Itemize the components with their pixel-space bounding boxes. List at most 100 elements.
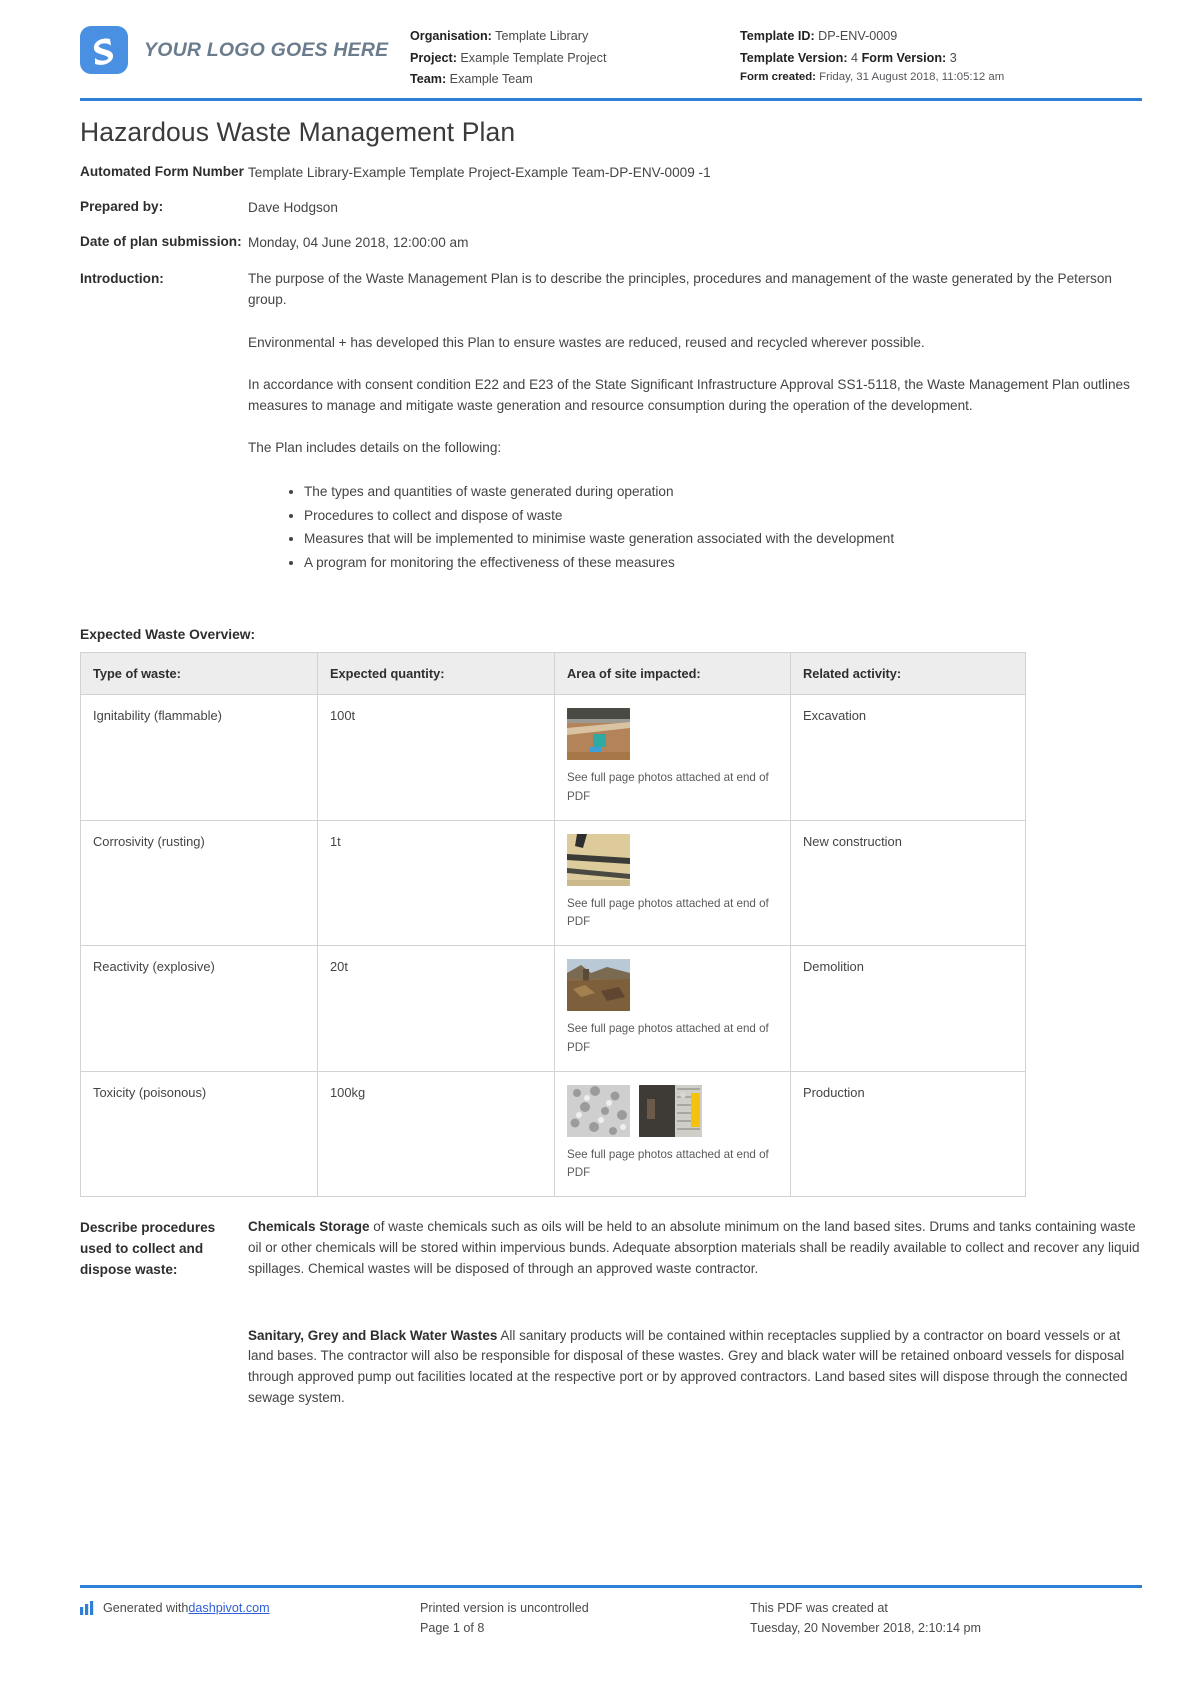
pdf-created-label: This PDF was created at (750, 1601, 888, 1616)
introduction-paragraph: The purpose of the Waste Management Plan… (248, 271, 1112, 307)
project-value: Example Template Project (460, 50, 607, 65)
column-header-type-of-waste: Type of waste: (80, 652, 318, 695)
cell-area-of-site-impacted: See full page photos attached at end of … (554, 945, 791, 1072)
column-header-related-activity: Related activity: (790, 652, 1026, 695)
prepared-by-value: Dave Hodgson (248, 200, 338, 216)
list-item: Measures that will be implemented to min… (304, 528, 1142, 549)
organisation-line: Organisation: Template Library (410, 26, 740, 48)
expected-waste-overview-title: Expected Waste Overview: (80, 627, 256, 642)
field-date-of-plan: Date of plan submission: Monday, 04 June… (80, 232, 1142, 253)
cell-type-of-waste: Ignitability (flammable) (80, 694, 318, 821)
header-meta-left: Organisation: Template Library Project: … (410, 18, 740, 91)
table-row: Reactivity (explosive) 20t See full page… (80, 945, 1026, 1072)
document-page: YOUR LOGO GOES HERE Organisation: Templa… (0, 0, 1202, 1701)
automated-form-number-label: Automated Form Number (80, 164, 244, 179)
dashpivot-link[interactable]: dashpivot.com (188, 1599, 269, 1619)
footer-created-info: This PDF was created at Tuesday, 20 Nove… (750, 1599, 1142, 1639)
table-row: Corrosivity (rusting) 1t See full page p… (80, 819, 1026, 947)
photo-thumbnails (567, 959, 778, 1012)
company-logo-icon (80, 26, 128, 74)
document-header: YOUR LOGO GOES HERE Organisation: Templa… (0, 0, 1202, 92)
template-id-value: DP-ENV-0009 (818, 29, 898, 43)
cell-expected-quantity: 100kg (317, 1070, 555, 1198)
table-row: Ignitability (flammable) 100t See full p… (80, 694, 1026, 821)
generated-with-text: Generated with (103, 1601, 189, 1616)
form-created-value: Friday, 31 August 2018, 11:05:12 am (819, 71, 1005, 84)
logo-block: YOUR LOGO GOES HERE (80, 18, 410, 74)
cell-related-activity: Demolition (790, 945, 1026, 1072)
photo-caption: See full page photos attached at end of … (567, 896, 769, 929)
cell-type-of-waste: Toxicity (poisonous) (80, 1070, 318, 1198)
form-fields: Automated Form Number Template Library-E… (80, 162, 1142, 575)
sanitary-wastes-paragraph: Sanitary, Grey and Black Water Wastes Al… (248, 1326, 1142, 1409)
header-meta-right: Template ID: DP-ENV-0009 Template Versio… (740, 18, 1142, 86)
organisation-value: Template Library (495, 29, 589, 43)
cell-area-of-site-impacted: See full page photos attached at end of … (554, 1070, 791, 1198)
footer-columns: Generated with dashpivot.com Printed ver… (80, 1599, 1142, 1639)
team-label: Team: (410, 72, 447, 87)
template-version-value: 4 (851, 50, 859, 65)
site-photo-thumbnail[interactable] (639, 1084, 702, 1137)
prepared-by-label: Prepared by: (80, 199, 164, 215)
photo-thumbnails (567, 1084, 778, 1137)
cell-type-of-waste: Reactivity (explosive) (80, 945, 318, 1072)
footer-divider (80, 1585, 1142, 1589)
template-id-line: Template ID: DP-ENV-0009 (740, 26, 1142, 48)
sanitary-wastes-heading: Sanitary, Grey and Black Water Wastes (248, 1327, 498, 1343)
cell-related-activity: New construction (790, 819, 1026, 947)
organisation-label: Organisation: (410, 29, 492, 43)
cell-expected-quantity: 20t (317, 945, 555, 1072)
template-version-line: Template Version: 4 Form Version: 3 (740, 48, 1142, 70)
site-photo-thumbnail[interactable] (567, 959, 630, 1012)
photo-thumbnails (567, 708, 778, 760)
printed-notice: Printed version is uncontrolled (420, 1601, 589, 1616)
cell-expected-quantity: 100t (317, 694, 555, 821)
pdf-created-value: Tuesday, 20 November 2018, 2:10:14 pm (750, 1621, 982, 1636)
document-footer: Generated with dashpivot.com Printed ver… (80, 1585, 1142, 1639)
list-item: A program for monitoring the effectivene… (304, 552, 1142, 573)
column-header-area-of-site-impacted: Area of site impacted: (554, 652, 791, 695)
project-line: Project: Example Template Project (410, 48, 740, 70)
chemicals-storage-heading: Chemicals Storage (248, 1219, 370, 1235)
cell-area-of-site-impacted: See full page photos attached at end of … (554, 819, 791, 947)
field-prepared-by: Prepared by: Dave Hodgson (80, 197, 1142, 218)
team-line: Team: Example Team (410, 69, 740, 91)
plan-bullet-list: The types and quantities of waste genera… (248, 481, 1142, 573)
footer-print-info: Printed version is uncontrolled Page 1 o… (420, 1599, 750, 1639)
field-automated-form-number: Automated Form Number Template Library-E… (80, 162, 1142, 183)
introduction-body: The purpose of the Waste Management Plan… (248, 269, 1142, 575)
site-photo-thumbnail[interactable] (567, 833, 630, 886)
template-version-label: Template Version: (740, 50, 848, 65)
template-id-label: Template ID: (740, 29, 815, 43)
form-version-label: Form Version: (861, 50, 947, 65)
chemicals-storage-paragraph: Chemicals Storage of waste chemicals suc… (248, 1217, 1142, 1279)
cell-type-of-waste: Corrosivity (rusting) (80, 819, 318, 947)
automated-form-number-value: Template Library-Example Template Projec… (248, 165, 711, 180)
introduction-paragraph: Environmental + has developed this Plan … (248, 334, 925, 350)
chemicals-storage-text: of waste chemicals such as oils will be … (248, 1219, 1140, 1276)
introduction-paragraph: The Plan includes details on the followi… (248, 440, 502, 456)
table-header-row: Type of waste: Expected quantity: Area o… (80, 652, 1026, 695)
cell-expected-quantity: 1t (317, 819, 555, 947)
describe-procedures-section: Describe procedures used to collect and … (80, 1217, 1142, 1408)
footer-generated-with: Generated with dashpivot.com (80, 1599, 420, 1639)
photo-caption: See full page photos attached at end of … (567, 771, 769, 803)
form-created-label: Form created: (740, 71, 816, 84)
page-number: Page 1 of 8 (420, 1621, 485, 1636)
describe-procedures-label: Describe procedures used to collect and … (80, 1220, 216, 1278)
date-of-plan-value: Monday, 04 June 2018, 12:00:00 am (248, 235, 469, 251)
site-photo-thumbnail[interactable] (567, 708, 630, 760)
cell-related-activity: Production (790, 1070, 1026, 1198)
bar-chart-icon (80, 1601, 96, 1622)
header-divider (80, 98, 1142, 101)
column-header-expected-quantity: Expected quantity: (317, 652, 555, 695)
date-of-plan-label: Date of plan submission: (80, 234, 242, 250)
site-photo-thumbnail[interactable] (567, 1084, 630, 1137)
introduction-paragraph: In accordance with consent condition E22… (248, 377, 1130, 413)
photo-caption: See full page photos attached at end of … (567, 1147, 769, 1180)
photo-thumbnails (567, 833, 778, 886)
list-item: Procedures to collect and dispose of was… (304, 505, 1142, 526)
describe-procedures-body: Chemicals Storage of waste chemicals suc… (248, 1217, 1142, 1408)
expected-waste-table: Type of waste: Expected quantity: Area o… (80, 652, 1026, 1198)
logo-text: YOUR LOGO GOES HERE (144, 38, 389, 61)
